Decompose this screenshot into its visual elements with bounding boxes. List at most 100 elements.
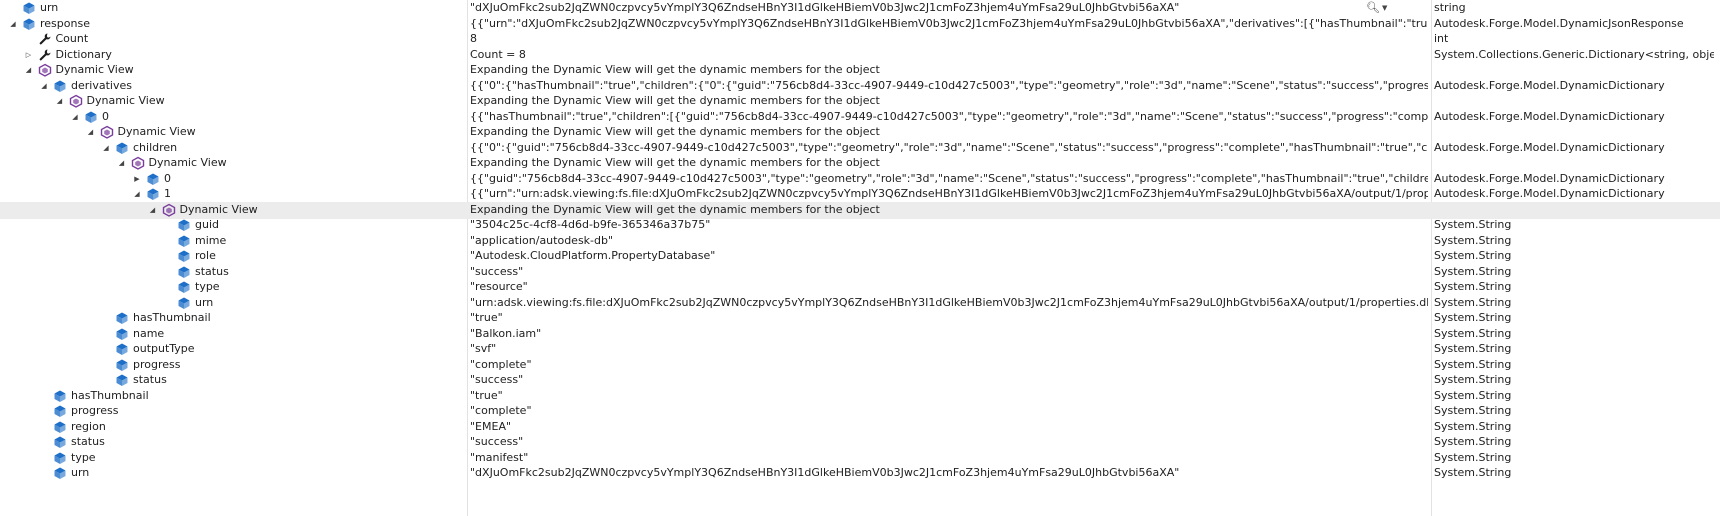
row-value[interactable]: Expanding the Dynamic View will get the … xyxy=(470,62,1428,79)
row-value[interactable]: "success" xyxy=(470,372,1428,389)
row-name: 0 xyxy=(164,172,171,185)
row-type: System.String xyxy=(1434,404,1512,417)
field-icon xyxy=(177,265,191,279)
row-value[interactable]: {{"urn":"urn:adsk.viewing:fs.file:dXJuOm… xyxy=(470,186,1428,203)
row-name: Dictionary xyxy=(55,48,112,61)
row-name: hasThumbnail xyxy=(133,311,211,324)
tree-row[interactable]: guid "3504c25c-4cf8-4d6d-b9fe-365346a37b7… xyxy=(0,217,1720,234)
row-value[interactable]: "svf" xyxy=(470,341,1428,358)
row-name: outputType xyxy=(133,342,195,355)
tree-row[interactable]: progress "complete" System.String xyxy=(0,403,1720,420)
field-icon xyxy=(53,404,67,418)
row-value[interactable]: "Autodesk.CloudPlatform.PropertyDatabase… xyxy=(470,248,1428,265)
name-cell: guid xyxy=(0,217,466,234)
search-dropdown-button[interactable]: 🔍︎ ▼ xyxy=(1366,0,1388,16)
row-type: System.String xyxy=(1434,311,1512,324)
row-value[interactable]: Expanding the Dynamic View will get the … xyxy=(470,93,1428,110)
row-value[interactable]: "resource" xyxy=(470,279,1428,296)
row-type: Autodesk.Forge.Model.DynamicDictionary xyxy=(1434,187,1665,200)
row-type xyxy=(1434,124,1714,141)
field-icon xyxy=(115,327,129,341)
tree-row[interactable]: role "Autodesk.CloudPlatform.PropertyData… xyxy=(0,248,1720,265)
row-value[interactable]: "complete" xyxy=(470,403,1428,420)
tree-row[interactable]: outputType "svf" System.String xyxy=(0,341,1720,358)
row-value[interactable]: "success" xyxy=(470,434,1428,451)
tree-row[interactable]: ◢ Dynamic View Expanding the Dynamic View… xyxy=(0,62,1720,79)
expanded-arrow-icon[interactable]: ◢ xyxy=(70,109,80,125)
row-name: region xyxy=(71,420,106,433)
field-icon xyxy=(22,17,36,31)
tree-row[interactable]: hasThumbnail "true" System.String xyxy=(0,310,1720,327)
row-type: System.String xyxy=(1434,466,1512,479)
expanded-arrow-icon[interactable]: ◢ xyxy=(55,93,65,109)
name-cell: ◢ 1 xyxy=(0,186,466,203)
field-icon xyxy=(53,389,67,403)
row-value[interactable]: "dXJuOmFkc2sub2JqZWN0czpvcy5vYmplY3Q6Znd… xyxy=(470,465,1428,482)
tree-row[interactable]: type "resource" System.String xyxy=(0,279,1720,296)
row-name: type xyxy=(71,451,96,464)
row-name: Dynamic View xyxy=(179,203,258,216)
row-value[interactable]: 8 xyxy=(470,31,1428,48)
row-name: Dynamic View xyxy=(55,63,134,76)
tree-row[interactable]: ◢ Dynamic View Expanding the Dynamic View… xyxy=(0,93,1720,110)
expanded-arrow-icon[interactable]: ◢ xyxy=(8,16,18,32)
row-value[interactable]: "true" xyxy=(470,310,1428,327)
row-type: System.String xyxy=(1434,435,1512,448)
row-value[interactable]: Expanding the Dynamic View will get the … xyxy=(470,124,1428,141)
expanded-arrow-icon[interactable]: ◢ xyxy=(24,62,34,78)
expanded-arrow-icon[interactable]: ◢ xyxy=(148,202,158,218)
row-type: System.String xyxy=(1434,249,1512,262)
row-value[interactable]: "dXJuOmFkc2sub2JqZWN0czpvcy5vYmplY3Q6Znd… xyxy=(470,0,1428,17)
tree-row[interactable]: urn "dXJuOmFkc2sub2JqZWN0czpvcy5vYmplY3Q6… xyxy=(0,465,1720,482)
name-cell: hasThumbnail xyxy=(0,310,466,327)
field-icon xyxy=(115,141,129,155)
tree-row[interactable]: status "success" System.String xyxy=(0,372,1720,389)
row-type xyxy=(1434,93,1714,110)
name-cell: status xyxy=(0,372,466,389)
field-icon xyxy=(53,466,67,480)
row-name: progress xyxy=(133,358,181,371)
name-cell: ◢ Dynamic View xyxy=(0,93,466,110)
expanded-arrow-icon[interactable]: ◢ xyxy=(117,155,127,171)
tree-row[interactable]: Count 8 int xyxy=(0,31,1720,48)
dynamic-view-icon xyxy=(100,125,114,139)
expanded-arrow-icon[interactable]: ◢ xyxy=(101,140,111,156)
row-name: Dynamic View xyxy=(86,94,165,107)
field-icon xyxy=(146,172,160,186)
tree-row[interactable]: urn "dXJuOmFkc2sub2JqZWN0czpvcy5vYmplY3Q6… xyxy=(0,0,1720,17)
tree-row[interactable]: ◢ Dynamic View Expanding the Dynamic View… xyxy=(0,155,1720,172)
dynamic-view-icon xyxy=(38,63,52,77)
name-cell: progress xyxy=(0,403,466,420)
row-name: response xyxy=(40,17,90,30)
row-name: mime xyxy=(195,234,227,247)
collapsed-arrow-icon[interactable]: ▶ xyxy=(132,171,142,187)
name-cell: type xyxy=(0,279,466,296)
row-name: Count xyxy=(55,32,89,45)
expanded-arrow-icon[interactable]: ◢ xyxy=(132,186,142,202)
wrench-icon xyxy=(38,48,52,62)
row-value[interactable]: "3504c25c-4cf8-4d6d-b9fe-365346a37b75" xyxy=(470,217,1428,234)
row-type: System.String xyxy=(1434,280,1512,293)
row-name: urn xyxy=(71,466,90,479)
field-icon xyxy=(177,249,191,263)
field-icon xyxy=(53,435,67,449)
field-icon xyxy=(115,311,129,325)
row-name: 0 xyxy=(102,110,109,123)
tree-row[interactable]: ◢ 1 {{"urn":"urn:adsk.viewing:fs.file:dXJ… xyxy=(0,186,1720,203)
field-icon xyxy=(22,1,36,15)
name-cell: Count xyxy=(0,31,466,48)
chevron-down-icon: ▼ xyxy=(1381,4,1388,12)
row-name: Dynamic View xyxy=(148,156,227,169)
row-value[interactable]: Expanding the Dynamic View will get the … xyxy=(470,155,1428,172)
name-cell: role xyxy=(0,248,466,265)
collapsed-arrow-icon[interactable]: ▷ xyxy=(24,47,34,63)
tree-row[interactable]: ◢ Dynamic View Expanding the Dynamic View… xyxy=(0,124,1720,141)
expanded-arrow-icon[interactable]: ◢ xyxy=(39,78,49,94)
row-type: System.String xyxy=(1434,373,1512,386)
field-icon xyxy=(177,280,191,294)
tree-row[interactable]: status "success" System.String xyxy=(0,434,1720,451)
row-name: children xyxy=(133,141,178,154)
dynamic-view-icon xyxy=(162,203,176,217)
row-name: status xyxy=(133,373,167,386)
expanded-arrow-icon[interactable]: ◢ xyxy=(86,124,96,140)
